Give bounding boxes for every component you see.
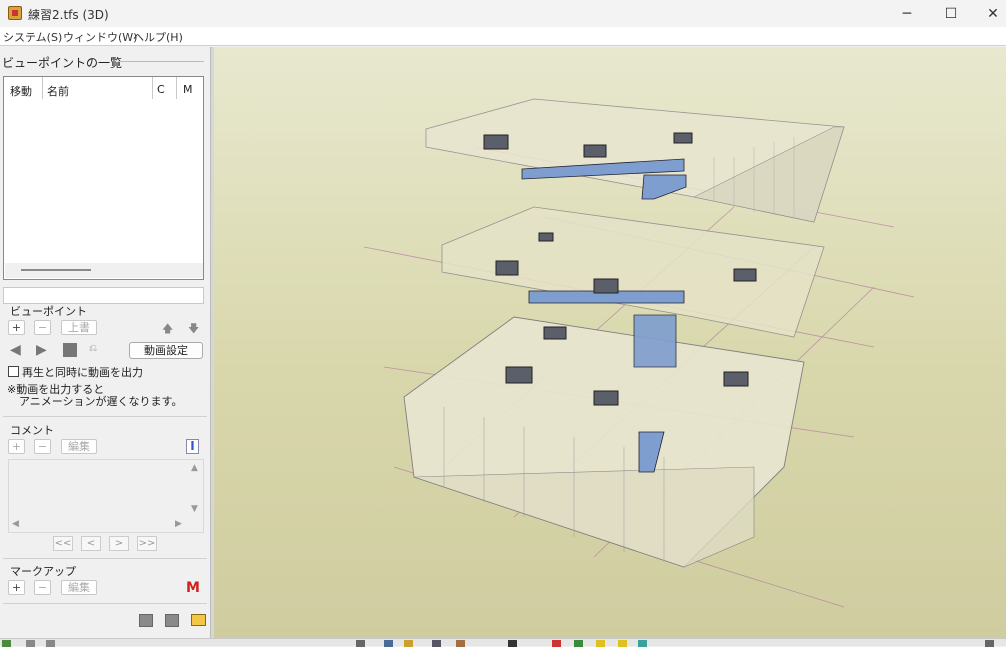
scroll-right-icon[interactable]: ▶ <box>175 519 182 529</box>
move-down-icon[interactable]: 🡇 <box>188 320 199 339</box>
add-comment-button[interactable]: + <box>8 439 25 454</box>
animation-settings-button[interactable]: 動画設定 <box>129 342 203 359</box>
col-name[interactable]: 名前 <box>47 83 69 99</box>
menu-bar: システム(S) ウィンドウ(W) ヘルプ(H) <box>0 27 1006 46</box>
3d-viewport[interactable] <box>214 47 1006 638</box>
edit-markup-button[interactable]: 編集 <box>61 580 97 595</box>
remove-markup-button[interactable]: − <box>34 580 51 595</box>
remove-comment-button[interactable]: − <box>34 439 51 454</box>
section-divider <box>3 558 207 559</box>
stop-icon[interactable] <box>63 343 77 357</box>
add-viewpoint-button[interactable]: + <box>8 320 25 335</box>
viewpoint-list[interactable]: 移動 名前 C M <box>3 76 204 280</box>
app-icon <box>8 6 22 20</box>
remove-viewpoint-button[interactable]: − <box>34 320 51 335</box>
col-separator <box>152 77 153 99</box>
play-icon[interactable]: ▶ <box>36 342 47 358</box>
overwrite-button[interactable]: 上書 <box>61 320 97 335</box>
scroll-up-icon[interactable]: ▲ <box>191 463 198 473</box>
grey-square-icon[interactable] <box>139 614 153 627</box>
viewpoint-name-input[interactable] <box>3 287 204 304</box>
grey-square-icon[interactable] <box>165 614 179 627</box>
menu-system[interactable]: システム(S) <box>3 29 62 45</box>
title-bar: 練習2.tfs (3D) ─ ☐ ✕ <box>0 0 1006 27</box>
scroll-thumb[interactable] <box>21 269 91 271</box>
maximize-button[interactable]: ☐ <box>928 0 974 27</box>
menu-window[interactable]: ウィンドウ(W) <box>63 29 137 45</box>
move-up-icon[interactable]: 🡅 <box>162 320 173 339</box>
viewpoint-section-label: ビューポイント <box>10 305 87 318</box>
next-comment-button[interactable]: > <box>109 536 129 551</box>
3d-model-drawing <box>363 98 915 608</box>
col-m[interactable]: M <box>183 83 193 96</box>
header-divider <box>118 61 204 62</box>
note-text-2: アニメーションが遅くなります。 <box>19 395 183 408</box>
markup-header: マークアップ <box>10 565 76 578</box>
add-markup-button[interactable]: + <box>8 580 25 595</box>
left-panel: ビューポイントの一覧 移動 名前 C M ビューポイント + − 上書 🡅 🡇 … <box>0 47 210 638</box>
floor-2 <box>441 206 825 338</box>
export-video-label: 再生と同時に動画を出力 <box>22 366 143 379</box>
folder-open-icon[interactable] <box>191 614 206 626</box>
window-title: 練習2.tfs (3D) <box>28 8 109 22</box>
col-separator <box>42 77 43 99</box>
minimize-button[interactable]: ─ <box>884 0 930 27</box>
last-comment-button[interactable]: >> <box>137 536 157 551</box>
scroll-down-icon[interactable]: ▼ <box>191 504 198 514</box>
markup-m-icon[interactable]: M <box>186 580 200 596</box>
comment-header: コメント <box>10 424 54 437</box>
section-divider <box>3 603 207 604</box>
floor-1 <box>403 314 805 568</box>
export-video-checkbox[interactable] <box>8 366 19 377</box>
col-move[interactable]: 移動 <box>10 83 32 99</box>
floor-3 <box>425 98 845 223</box>
menu-help[interactable]: ヘルプ(H) <box>133 29 183 45</box>
scroll-left-icon[interactable]: ◀ <box>12 519 19 529</box>
bottom-toolbar <box>0 638 1006 647</box>
col-separator <box>176 77 177 99</box>
first-comment-button[interactable]: << <box>53 536 73 551</box>
close-button[interactable]: ✕ <box>970 0 1006 27</box>
comment-textarea[interactable]: ▲ ▼ ◀ ▶ <box>8 459 204 533</box>
section-divider <box>3 416 207 417</box>
record-icon[interactable]: ⎌ <box>89 343 97 354</box>
prev-comment-button[interactable]: < <box>81 536 101 551</box>
text-cursor-icon[interactable]: I <box>186 439 199 454</box>
viewpoint-list-header: ビューポイントの一覧 <box>2 56 123 70</box>
edit-comment-button[interactable]: 編集 <box>61 439 97 454</box>
horizontal-scrollbar[interactable] <box>5 263 203 278</box>
rewind-icon[interactable]: ◀ <box>10 342 21 358</box>
col-c[interactable]: C <box>157 83 165 96</box>
